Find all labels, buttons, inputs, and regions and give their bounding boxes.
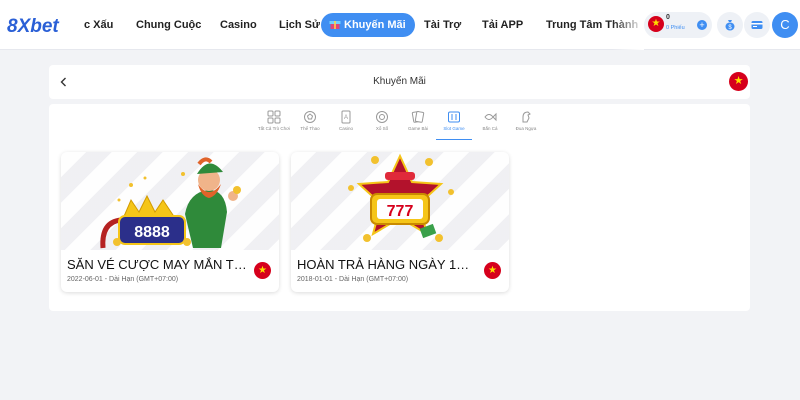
wallet-balance: 0 xyxy=(666,14,670,21)
tab-fishing[interactable]: Bắn Cá xyxy=(472,108,508,140)
menu-fade xyxy=(612,0,644,50)
main-menu: c Xấu Chung Cuộc Casino Lịch Sử Khuyến M… xyxy=(84,0,640,50)
promo-banner: 777 xyxy=(291,152,509,250)
vietnam-flag-icon xyxy=(484,262,501,279)
promo-title: SĂN VÉ CƯỢC MAY MẮN TRONG THÁNG xyxy=(67,257,247,272)
tab-label: Slot Game xyxy=(443,126,465,131)
nav-item-tai-app[interactable]: Tải APP xyxy=(482,17,523,33)
credit-card-icon xyxy=(751,21,763,29)
nav-item-khuyen-mai-label: Khuyến Mãi xyxy=(344,19,406,31)
nav-item-casino[interactable]: Casino xyxy=(220,17,257,33)
card-button[interactable] xyxy=(744,12,770,38)
tab-label: Thể Thao xyxy=(300,126,320,131)
nav-item-khuyen-mai[interactable]: Khuyến Mãi xyxy=(321,13,415,37)
promo-title: HOÀN TRẢ HÀNG NGÀY 1% TẠI SLOT GAME xyxy=(297,257,477,272)
promotions-panel: Tất Cả Trò Chơi Thể Thao A Casino Xổ Số … xyxy=(49,104,750,311)
language-flag-icon[interactable] xyxy=(729,72,748,91)
tab-label: Casino xyxy=(338,126,353,131)
fish-icon xyxy=(484,112,497,122)
banner-reel-text: 8888 xyxy=(134,224,170,241)
tab-label: Game Bài xyxy=(407,126,428,131)
tab-horse-racing[interactable]: Đua Ngựa xyxy=(508,108,544,140)
nav-item-chung-cuoc[interactable]: Chung Cuộc xyxy=(136,17,201,33)
category-tabs: Tất Cả Trò Chơi Thể Thao A Casino Xổ Số … xyxy=(256,108,546,142)
tab-sports[interactable]: Thể Thao xyxy=(292,108,328,140)
grid-icon xyxy=(267,110,281,124)
svg-text:A: A xyxy=(344,115,348,121)
card-hand-icon xyxy=(411,111,425,123)
soccer-ball-icon xyxy=(304,111,316,123)
gift-icon xyxy=(329,21,341,29)
promo-card[interactable]: 8888 SĂN VÉ CƯỢC MAY MẮN TRONG THÁNG 202… xyxy=(61,152,279,292)
cards-icon: A xyxy=(341,110,351,124)
banner-reel-text: 777 xyxy=(387,203,414,220)
promo-date: 2022-06-01 - Dài Hạn (GMT+07:00) xyxy=(67,276,179,283)
tab-label: Tất Cả Trò Chơi xyxy=(257,126,291,131)
tab-label: Bắn Cá xyxy=(482,126,498,131)
leprechaun-slot-illustration: 8888 xyxy=(100,157,241,249)
tab-card-games[interactable]: Game Bài xyxy=(400,108,436,140)
promo-card[interactable]: 777 HOÀN TRẢ HÀNG NGÀY 1% TẠI SLOT GAME … xyxy=(291,152,509,292)
vietnam-flag-icon xyxy=(648,16,664,32)
slot-star-illustration: 777 xyxy=(348,153,454,242)
tab-casino[interactable]: A Casino xyxy=(328,108,364,140)
page-title: Khuyến Mãi xyxy=(373,76,426,87)
deposit-plus-icon[interactable]: + xyxy=(697,20,707,30)
page-header: Khuyến Mãi xyxy=(49,65,750,99)
tab-slot-game[interactable]: Slot Game xyxy=(436,108,472,140)
promo-banner: 8888 xyxy=(61,152,279,250)
promo-date: 2018-01-01 - Dài Hạn (GMT+07:00) xyxy=(297,276,409,283)
tab-all-games[interactable]: Tất Cả Trò Chơi xyxy=(256,108,292,140)
wallet-widget[interactable]: 0 0 Phiếu + xyxy=(644,12,712,38)
tab-label: Xổ Số xyxy=(375,126,389,131)
tab-lottery[interactable]: Xổ Số xyxy=(364,108,400,140)
money-bag-button[interactable]: $ xyxy=(717,12,743,38)
nav-item-lich-su[interactable]: Lịch Sử xyxy=(279,17,320,33)
wallet-tickets: 0 Phiếu xyxy=(666,25,685,31)
horse-icon xyxy=(522,111,531,123)
user-avatar[interactable]: C xyxy=(772,12,798,38)
top-nav: 8Xbet c Xấu Chung Cuộc Casino Lịch Sử Kh… xyxy=(0,0,800,50)
slot-machine-icon xyxy=(448,111,460,123)
tab-label: Đua Ngựa xyxy=(515,126,537,131)
nav-item-tai-tro[interactable]: Tài Trợ xyxy=(424,17,461,33)
nav-item-keo-xau[interactable]: c Xấu xyxy=(84,17,113,33)
lottery-ball-icon xyxy=(376,111,388,123)
vietnam-flag-icon xyxy=(254,262,271,279)
money-bag-icon: $ xyxy=(725,20,735,31)
brand-logo-text: 8Xbet xyxy=(7,16,59,37)
